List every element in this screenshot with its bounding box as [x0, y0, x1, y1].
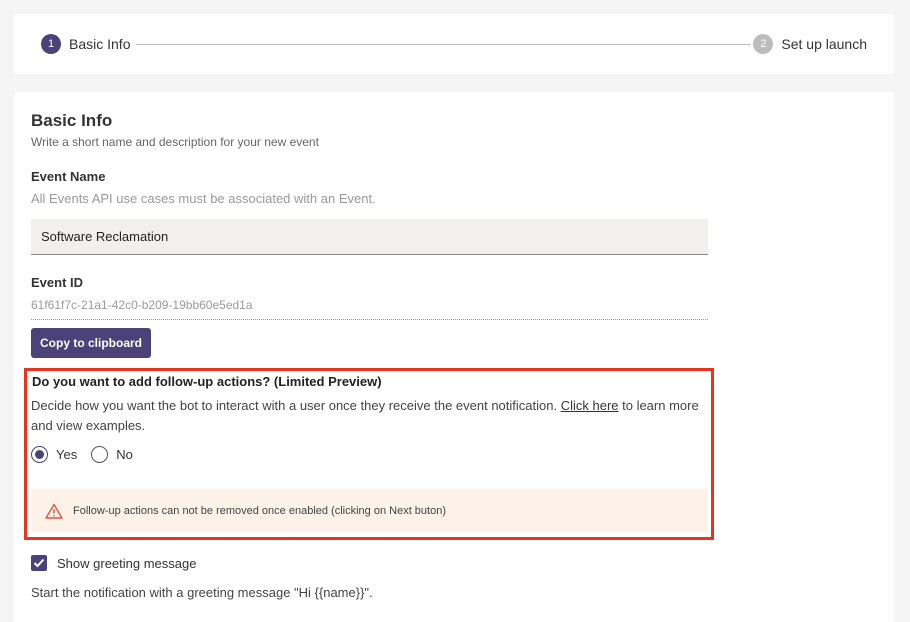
follow-up-description: Decide how you want the bot to interact …: [31, 396, 711, 436]
radio-yes-label: Yes: [56, 447, 78, 462]
warning-text: Follow-up actions can not be removed onc…: [73, 504, 446, 517]
checkmark-icon: [33, 558, 45, 568]
greeting-checkbox[interactable]: [31, 555, 47, 571]
warning-banner: Follow-up actions can not be removed onc…: [31, 489, 708, 532]
section-subtitle: Write a short name and description for y…: [31, 135, 319, 149]
basic-info-card: Basic Info Write a short name and descri…: [14, 92, 894, 622]
follow-up-desc-before: Decide how you want the bot to interact …: [31, 398, 561, 413]
stepper: 1 Basic Info 2 Set up launch: [14, 14, 894, 74]
event-id-label: Event ID: [31, 275, 84, 290]
stepper-connector-line: [136, 44, 751, 45]
radio-no-indicator[interactable]: [91, 446, 109, 463]
radio-no-label: No: [116, 447, 133, 462]
step-number-1: 1: [41, 34, 61, 54]
step-set-up-launch[interactable]: 2 Set up launch: [753, 34, 867, 54]
event-id-value: 61f61f7c-21a1-42c0-b209-19bb60e5ed1a: [31, 298, 708, 320]
section-title: Basic Info: [31, 111, 113, 130]
step-label-basic-info: Basic Info: [69, 36, 131, 52]
radio-no[interactable]: No: [91, 446, 133, 463]
step-label-set-up-launch: Set up launch: [781, 36, 867, 52]
event-name-label: Event Name: [31, 169, 106, 184]
radio-yes-indicator[interactable]: [31, 446, 48, 463]
radio-yes[interactable]: Yes: [31, 446, 77, 463]
greeting-checkbox-row[interactable]: Show greeting message: [31, 555, 196, 571]
warning-triangle-icon: [45, 503, 63, 519]
step-basic-info[interactable]: 1 Basic Info: [41, 34, 130, 54]
event-name-input[interactable]: [31, 219, 708, 255]
step-number-2: 2: [753, 34, 774, 54]
copy-to-clipboard-button[interactable]: Copy to clipboard: [31, 328, 151, 358]
greeting-checkbox-label: Show greeting message: [57, 555, 197, 571]
follow-up-question: Do you want to add follow-up actions? (L…: [32, 374, 382, 389]
follow-up-radio-group: Yes No: [31, 446, 147, 463]
greeting-description: Start the notification with a greeting m…: [31, 585, 373, 600]
click-here-link[interactable]: Click here: [561, 398, 619, 413]
event-name-help: All Events API use cases must be associa…: [31, 191, 376, 206]
